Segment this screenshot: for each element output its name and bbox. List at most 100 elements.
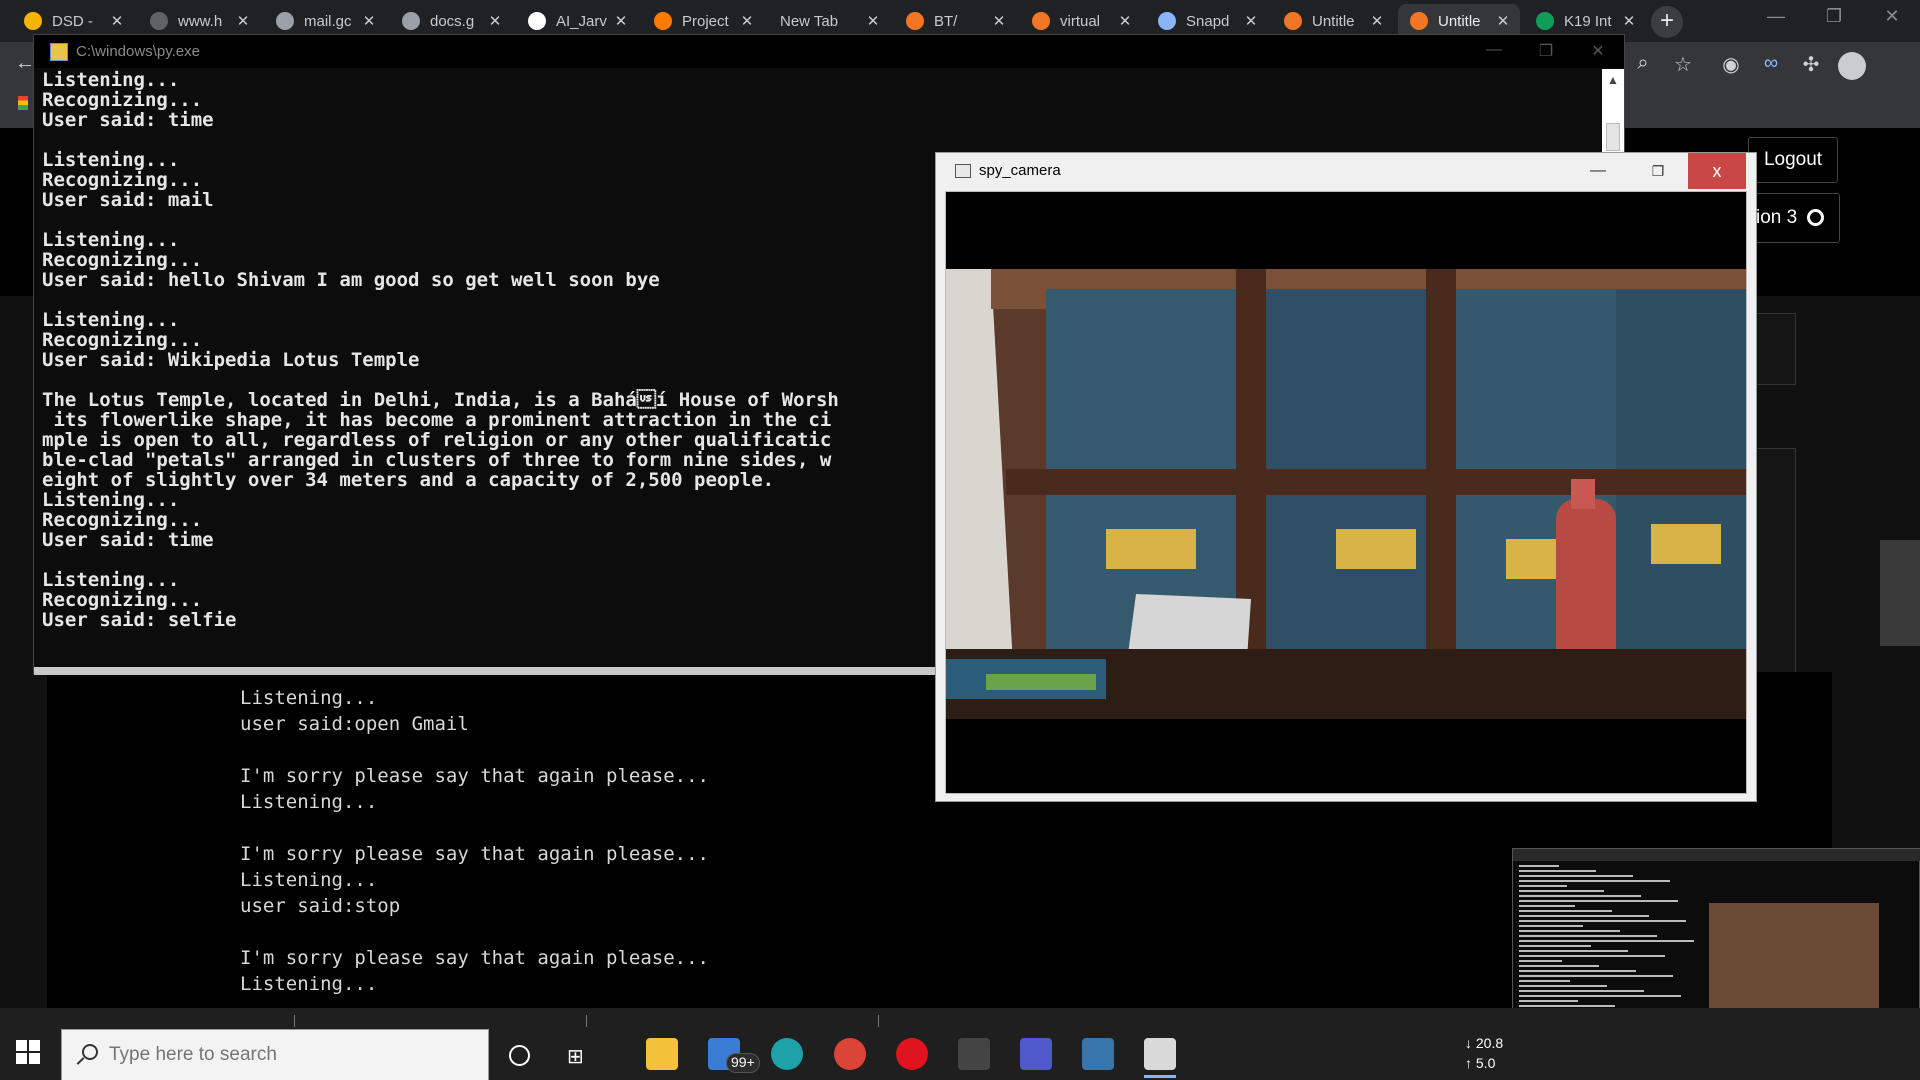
- tab-close-icon[interactable]: ✕: [988, 12, 1010, 30]
- cortana-icon[interactable]: [509, 1045, 530, 1066]
- browser-tab[interactable]: www.h ✕: [138, 4, 260, 38]
- taskbar-app-ipython[interactable]: [1138, 1032, 1182, 1078]
- extension-spy-icon[interactable]: ◉: [1718, 52, 1744, 78]
- tab-close-icon[interactable]: ✕: [106, 12, 128, 30]
- console-close-button[interactable]: ✕: [1578, 41, 1618, 61]
- tab-close-icon[interactable]: ✕: [1114, 12, 1136, 30]
- task-view-icon[interactable]: ⊞: [567, 1044, 591, 1068]
- tab-close-icon[interactable]: ✕: [1240, 12, 1262, 30]
- browser-tab[interactable]: BT/ ✕: [894, 4, 1016, 38]
- search-input[interactable]: [109, 1041, 469, 1069]
- bookmark-star-icon[interactable]: ☆: [1670, 52, 1696, 78]
- download-value: 20.8: [1475, 1035, 1504, 1051]
- preview-line: [1519, 880, 1670, 882]
- tab-close-icon[interactable]: ✕: [232, 12, 254, 30]
- console-minimize-button[interactable]: —: [1474, 41, 1514, 59]
- taskbar-app-terminal[interactable]: [952, 1032, 996, 1076]
- taskbar-search[interactable]: [61, 1029, 489, 1080]
- session-selector[interactable]: ion 3: [1745, 193, 1840, 243]
- browser-maximize-button[interactable]: ❐: [1814, 6, 1854, 27]
- tab-close-icon[interactable]: ✕: [358, 12, 380, 30]
- preview-line: [1519, 890, 1604, 892]
- scroll-up-icon[interactable]: ▲: [1602, 69, 1624, 91]
- tab-title: DSD -: [52, 12, 93, 30]
- taskbar-separator: [294, 1015, 295, 1027]
- extensions-puzzle-icon[interactable]: ✣: [1798, 52, 1824, 78]
- taskbar-app-file-explorer[interactable]: [640, 1032, 684, 1076]
- camera-scene: [946, 269, 1746, 719]
- preview-line: [1519, 915, 1649, 917]
- search-icon: [74, 1042, 100, 1068]
- tab-title: Untitle: [1312, 12, 1355, 30]
- browser-tab[interactable]: Untitle ✕: [1272, 4, 1394, 38]
- new-tab-button[interactable]: +: [1651, 6, 1683, 38]
- webpage-scrollbar[interactable]: [1880, 540, 1920, 646]
- console-titlebar[interactable]: C:\windows\py.exe — ❐ ✕: [34, 35, 1624, 68]
- preview-line: [1519, 940, 1694, 942]
- preview-line: [1519, 985, 1607, 987]
- python-icon: [1082, 1038, 1114, 1070]
- preview-line: [1519, 905, 1575, 907]
- tab-close-icon[interactable]: ✕: [736, 12, 758, 30]
- console-maximize-button[interactable]: ❐: [1526, 41, 1566, 61]
- tab-favicon-icon: [402, 12, 420, 30]
- browser-minimize-button[interactable]: —: [1756, 6, 1796, 27]
- camera-titlebar[interactable]: spy_camera — ❐ x: [936, 153, 1756, 189]
- camera-close-button[interactable]: x: [1688, 153, 1746, 189]
- browser-tab[interactable]: New Tab ✕: [768, 4, 890, 38]
- apps-grid-icon[interactable]: [18, 96, 28, 110]
- window-icon: [955, 164, 971, 178]
- browser-tab[interactable]: DSD - ✕: [12, 4, 134, 38]
- camera-maximize-button[interactable]: ❐: [1628, 153, 1688, 189]
- tab-title: virtual: [1060, 12, 1101, 30]
- zoom-icon[interactable]: ⌕: [1630, 52, 1656, 78]
- camera-frame-image: [946, 269, 1746, 719]
- browser-tab[interactable]: Untitle ✕: [1398, 4, 1520, 38]
- tab-close-icon[interactable]: ✕: [484, 12, 506, 30]
- background-console-line: user said:stop: [240, 895, 401, 917]
- taskbar-app-python[interactable]: [1076, 1032, 1120, 1076]
- tab-close-icon[interactable]: ✕: [1618, 12, 1640, 30]
- preview-line: [1519, 885, 1567, 887]
- taskbar-app-edge[interactable]: [765, 1032, 809, 1076]
- taskbar-app-opera[interactable]: [890, 1032, 934, 1076]
- tab-close-icon[interactable]: ✕: [1492, 12, 1514, 30]
- opera-icon: [896, 1038, 928, 1070]
- link-icon[interactable]: ∞: [1758, 52, 1784, 78]
- tab-close-icon[interactable]: ✕: [862, 12, 884, 30]
- console-line: Listening...: [42, 149, 180, 171]
- console-line: eight of slightly over 34 meters and a c…: [42, 469, 775, 491]
- windows-start-icon[interactable]: [16, 1040, 40, 1064]
- console-line: its flowerlike shape, it has become a pr…: [42, 409, 832, 431]
- circle-icon: [1807, 209, 1825, 227]
- taskbar-app-chrome[interactable]: [828, 1032, 872, 1076]
- camera-title: spy_camera: [979, 162, 1061, 179]
- preview-line: [1519, 865, 1559, 867]
- browser-tab[interactable]: Snapd ✕: [1146, 4, 1268, 38]
- browser-tab[interactable]: virtual ✕: [1020, 4, 1142, 38]
- scroll-thumb[interactable]: [1606, 123, 1620, 151]
- background-console-line: Listening...: [240, 973, 378, 995]
- tab-favicon-icon: [1158, 12, 1176, 30]
- browser-tab[interactable]: mail.gc ✕: [264, 4, 386, 38]
- taskbar-app-teams[interactable]: [1014, 1032, 1058, 1076]
- spy-camera-window[interactable]: spy_camera — ❐ x: [935, 152, 1757, 802]
- preview-line: [1519, 980, 1570, 982]
- browser-close-button[interactable]: ✕: [1872, 6, 1912, 27]
- tab-favicon-icon: [1284, 12, 1302, 30]
- tab-title: mail.gc: [304, 12, 352, 30]
- preview-line: [1519, 1005, 1615, 1007]
- taskbar-separator: [878, 1015, 879, 1027]
- browser-tab[interactable]: docs.g ✕: [390, 4, 512, 38]
- profile-avatar[interactable]: [1838, 52, 1866, 80]
- taskbar-separator: [586, 1015, 587, 1027]
- tab-close-icon[interactable]: ✕: [1366, 12, 1388, 30]
- tab-title: www.h: [178, 12, 223, 30]
- browser-tab[interactable]: K19 Int ✕: [1524, 4, 1646, 38]
- tab-close-icon[interactable]: ✕: [610, 12, 632, 30]
- browser-tab[interactable]: AI_Jarv ✕: [516, 4, 638, 38]
- logout-button[interactable]: Logout: [1748, 137, 1838, 183]
- camera-minimize-button[interactable]: —: [1568, 153, 1628, 189]
- preview-line: [1519, 960, 1562, 962]
- browser-tab[interactable]: Project ✕: [642, 4, 764, 38]
